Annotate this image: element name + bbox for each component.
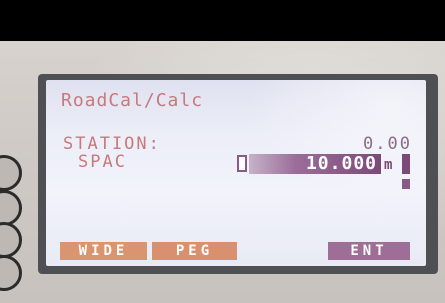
spac-input-value: 10.000 xyxy=(305,153,377,174)
spac-unit: m xyxy=(384,157,393,173)
scrollbar-thumb[interactable] xyxy=(402,154,410,174)
spac-label: SPAC xyxy=(78,152,127,172)
input-cursor xyxy=(237,155,247,172)
station-label: STATION: xyxy=(63,134,161,154)
screen-title: RoadCal/Calc xyxy=(61,90,204,111)
softkey-peg[interactable]: PEG xyxy=(152,242,237,260)
softkey-wide[interactable]: WIDE xyxy=(60,242,147,260)
station-value: 0.00 xyxy=(363,134,412,154)
top-black-bar xyxy=(0,0,445,41)
spac-input-field[interactable]: 10.000 xyxy=(249,154,381,174)
softkey-ent[interactable]: ENT xyxy=(328,242,410,260)
lcd-screen: RoadCal/Calc STATION: 0.00 SPAC 10.000 m… xyxy=(46,80,426,266)
scroll-down-icon[interactable] xyxy=(402,179,410,189)
